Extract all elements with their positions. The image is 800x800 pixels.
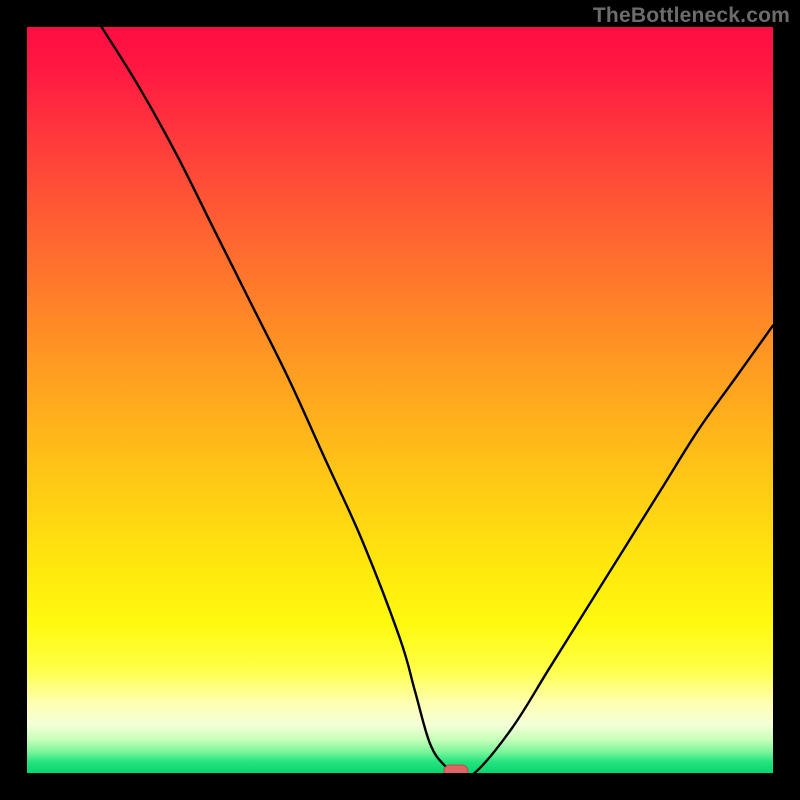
chart-svg (27, 27, 773, 773)
plot-area (27, 27, 773, 773)
watermark-text: TheBottleneck.com (593, 4, 790, 28)
gradient-background (27, 27, 773, 773)
chart-frame: TheBottleneck.com (0, 0, 800, 800)
optimal-marker (444, 765, 468, 773)
